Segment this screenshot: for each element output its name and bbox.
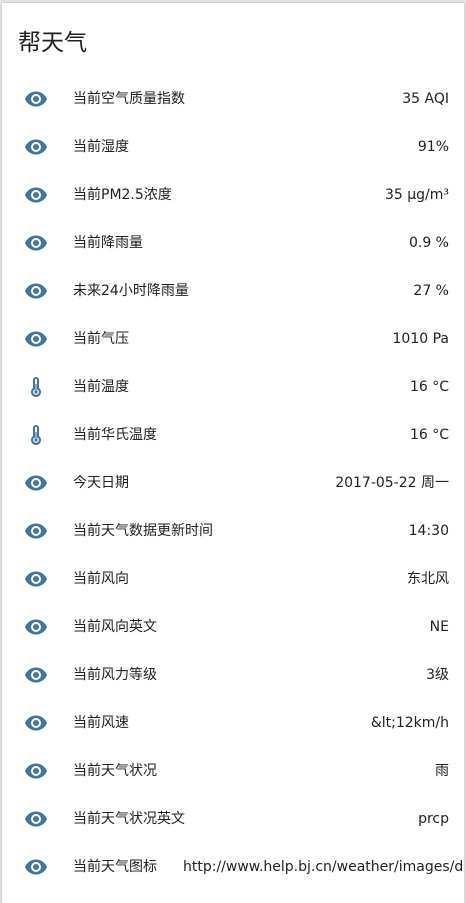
eye-icon (24, 183, 48, 207)
entity-value: 0.9 % (408, 235, 449, 251)
entity-row-wind-direction-en[interactable]: 当前风向英文 NE (2, 603, 464, 651)
entity-row-wind-speed[interactable]: 当前风速 &lt;12km/h (2, 699, 464, 747)
entity-row-aqi[interactable]: 当前空气质量指数 35 AQI (2, 75, 464, 123)
entity-row-condition[interactable]: 当前天气状况 雨 (2, 747, 464, 795)
entity-label: 当前天气数据更新时间 (73, 523, 213, 539)
eye-icon (24, 87, 48, 111)
entity-value: 35 µg/m³ (384, 187, 449, 203)
entity-label: 当前PM2.5浓度 (73, 187, 172, 203)
entity-label: 当前风向英文 (73, 619, 157, 635)
entity-label: 当前空气质量指数 (73, 91, 185, 107)
eye-icon (24, 855, 48, 879)
entity-row-temperature[interactable]: 当前温度 16 °C (2, 363, 464, 411)
eye-icon (24, 231, 48, 255)
entity-value: 16 °C (409, 427, 449, 443)
entity-row-temperature-f[interactable]: 当前华氏温度 16 °C (2, 411, 464, 459)
eye-icon (24, 807, 48, 831)
entity-row-date[interactable]: 今天日期 2017-05-22 周一 (2, 459, 464, 507)
entity-label: 当前风速 (73, 715, 129, 731)
entity-value: 27 % (413, 283, 449, 299)
entity-value: 雨 (435, 763, 449, 779)
entity-row-wind-level[interactable]: 当前风力等级 3级 (2, 651, 464, 699)
entity-label: 当前降雨量 (73, 235, 143, 251)
entity-row-weather-icon[interactable]: 当前天气图标 http://www.help.bj.cn/weather/ima… (2, 843, 464, 891)
entity-row-rain-24h[interactable]: 未来24小时降雨量 27 % (2, 267, 464, 315)
eye-icon (24, 519, 48, 543)
eye-icon (24, 327, 48, 351)
eye-icon (24, 135, 48, 159)
entity-value: 1010 Pa (392, 331, 449, 347)
entity-label: 未来24小时降雨量 (73, 283, 189, 299)
card-title: 帮天气 (18, 30, 87, 56)
eye-icon (24, 567, 48, 591)
entity-value: 16 °C (409, 379, 449, 395)
eye-icon (24, 471, 48, 495)
entity-row-rainfall[interactable]: 当前降雨量 0.9 % (2, 219, 464, 267)
entity-label: 当前天气状况英文 (73, 811, 185, 827)
entity-label: 当前天气图标 (73, 859, 157, 875)
entity-value: 3级 (426, 667, 449, 683)
entity-value: 91% (417, 139, 449, 155)
entity-value: NE (429, 619, 449, 635)
entity-row-humidity[interactable]: 当前湿度 91% (2, 123, 464, 171)
entity-value: &lt;12km/h (370, 715, 449, 731)
entity-label: 今天日期 (73, 475, 129, 491)
entity-value: 35 AQI (402, 91, 449, 107)
entity-value: 东北风 (407, 571, 449, 587)
entity-row-update-time[interactable]: 当前天气数据更新时间 14:30 (2, 507, 464, 555)
entity-label: 当前温度 (73, 379, 129, 395)
entity-label: 当前华氏温度 (73, 427, 157, 443)
eye-icon (24, 711, 48, 735)
entity-value: 14:30 (408, 523, 449, 539)
entity-label: 当前气压 (73, 331, 129, 347)
entity-value: http://www.help.bj.cn/weather/images/d30… (183, 859, 464, 875)
entity-value: prcp (418, 811, 449, 827)
entity-row-wind-direction[interactable]: 当前风向 东北风 (2, 555, 464, 603)
entity-label: 当前风力等级 (73, 667, 157, 683)
entity-list: 当前空气质量指数 35 AQI 当前湿度 91% 当前PM2.5浓度 35 µg… (2, 75, 464, 891)
entity-label: 当前湿度 (73, 139, 129, 155)
entity-value: 2017-05-22 周一 (335, 475, 449, 491)
entity-label: 当前天气状况 (73, 763, 157, 779)
entity-label: 当前风向 (73, 571, 129, 587)
entity-row-pm25[interactable]: 当前PM2.5浓度 35 µg/m³ (2, 171, 464, 219)
thermometer-icon (24, 423, 48, 447)
eye-icon (24, 663, 48, 687)
eye-icon (24, 615, 48, 639)
eye-icon (24, 759, 48, 783)
thermometer-icon (24, 375, 48, 399)
entity-row-condition-en[interactable]: 当前天气状况英文 prcp (2, 795, 464, 843)
eye-icon (24, 279, 48, 303)
entity-row-pressure[interactable]: 当前气压 1010 Pa (2, 315, 464, 363)
weather-card: 帮天气 当前空气质量指数 35 AQI 当前湿度 91% 当前PM2.5浓度 3… (2, 3, 464, 903)
